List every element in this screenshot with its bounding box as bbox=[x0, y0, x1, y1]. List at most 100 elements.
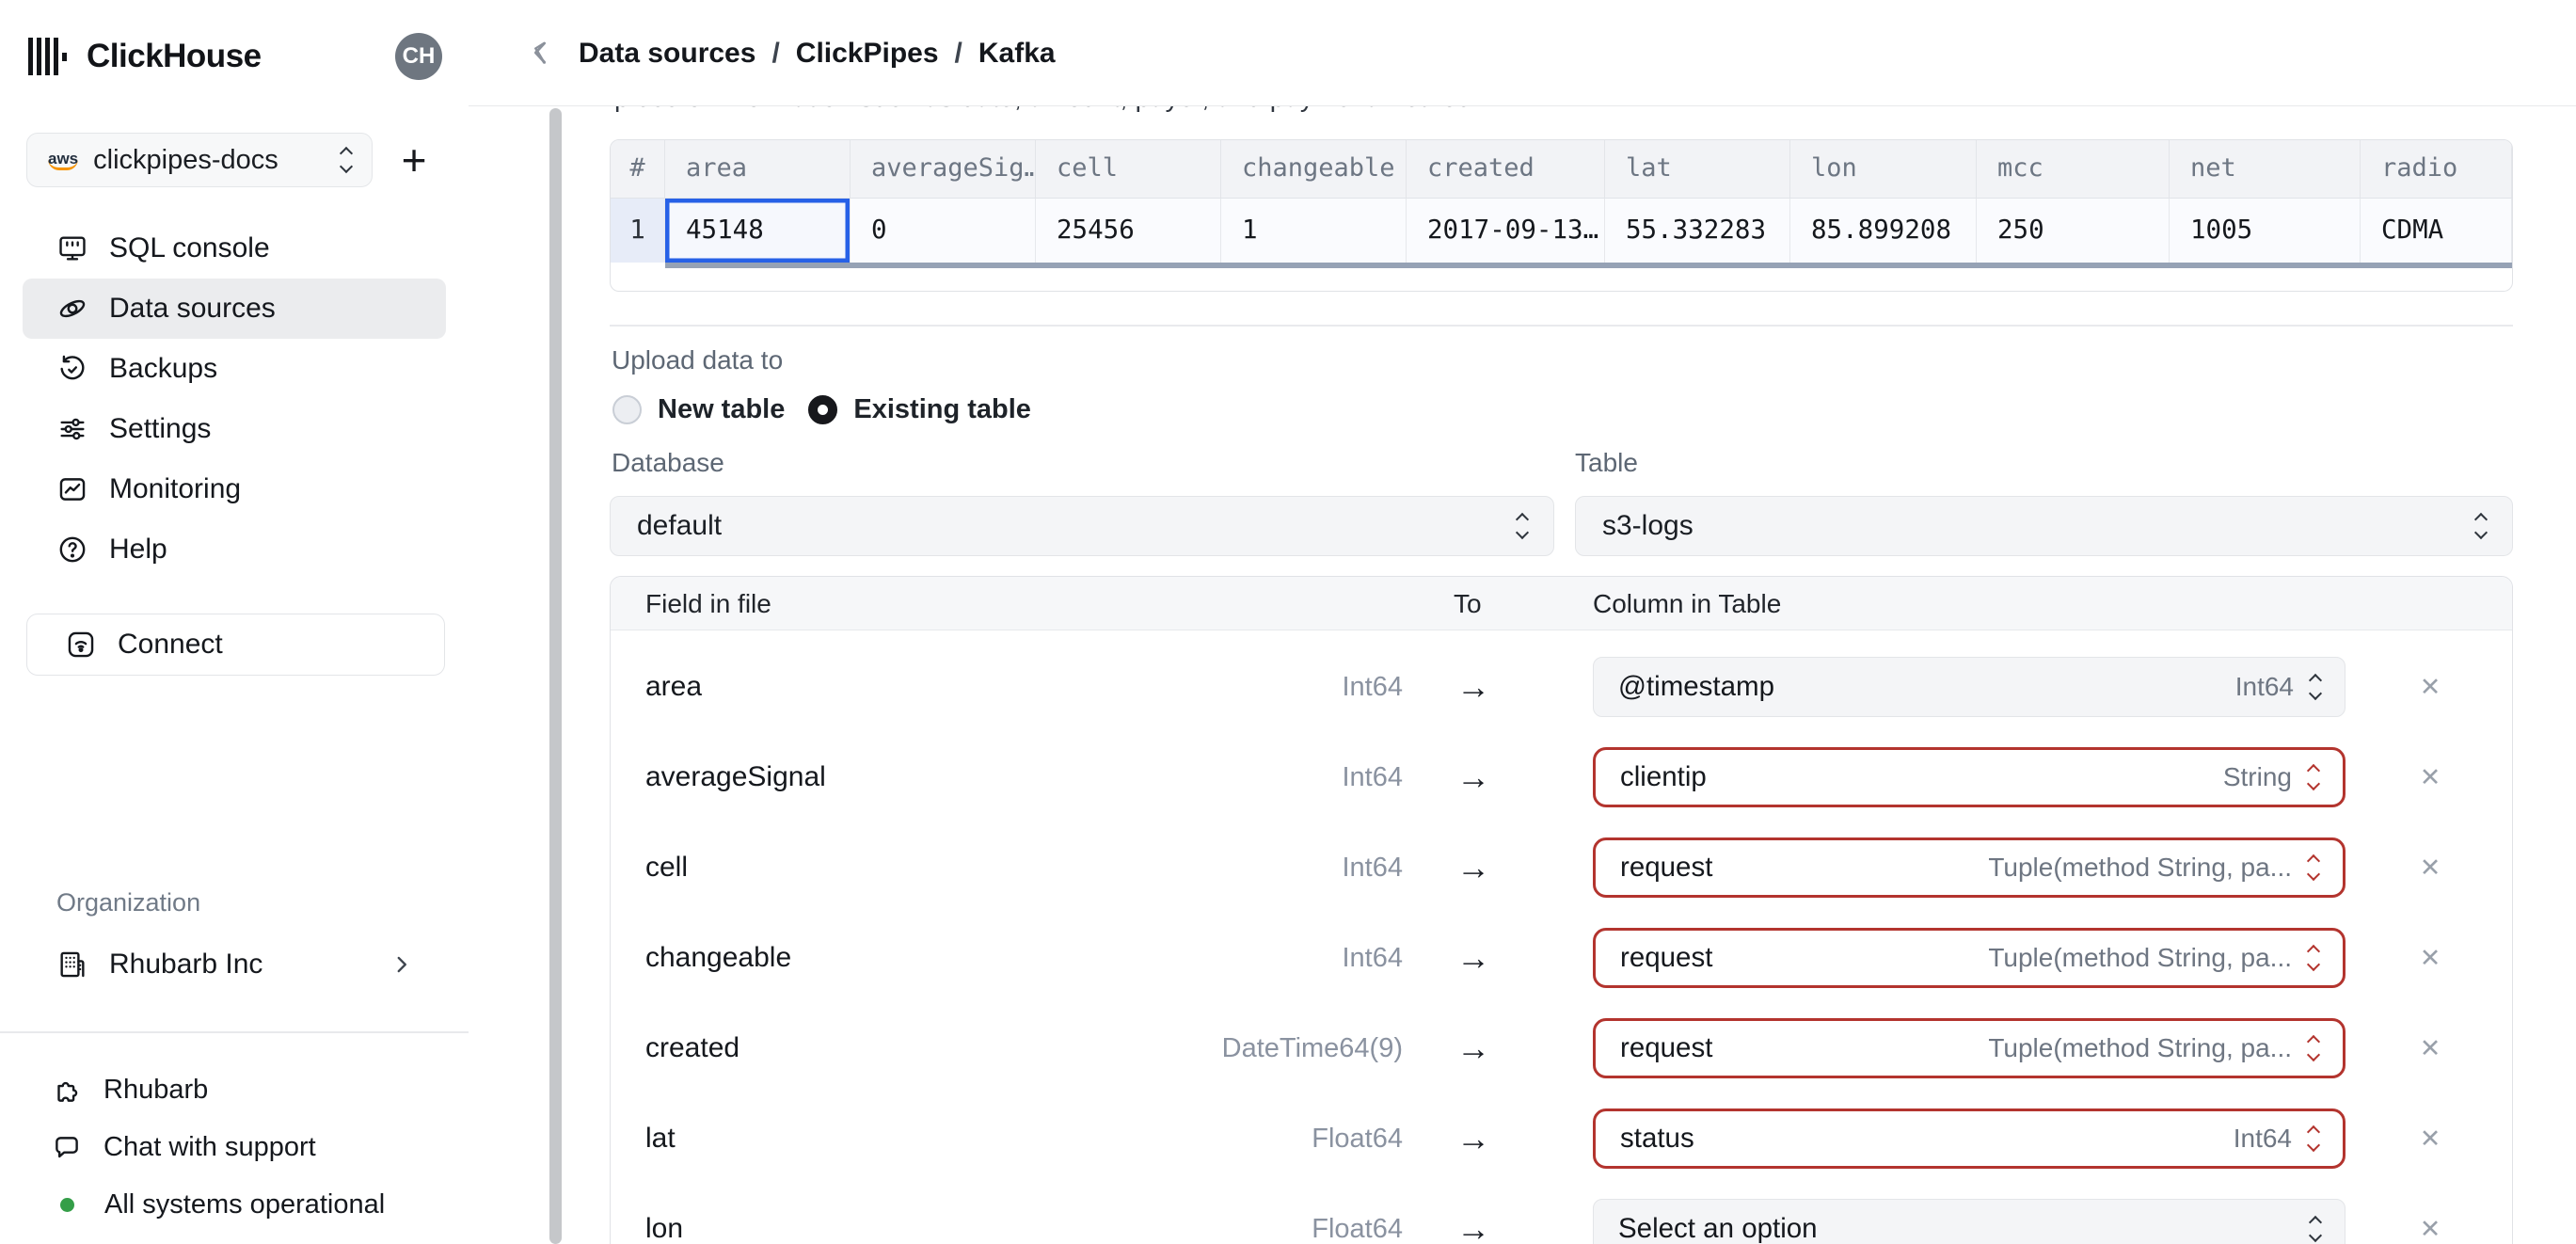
preview-cell[interactable]: 250 bbox=[1977, 199, 2170, 263]
breadcrumb-item-kafka[interactable]: Kafka bbox=[978, 38, 1056, 70]
preview-cell-selected[interactable]: 45148 bbox=[665, 199, 851, 263]
radio-option-label: Existing table bbox=[853, 394, 1031, 424]
preview-cell[interactable]: CDMA bbox=[2361, 199, 2512, 263]
footer-item-chat-with-support[interactable]: Chat with support bbox=[26, 1119, 442, 1176]
column-select[interactable]: request Tuple(method String, pa... bbox=[1593, 837, 2345, 898]
to-header: To bbox=[1454, 589, 1482, 618]
preview-cell[interactable]: 1005 bbox=[2170, 199, 2361, 263]
vertical-scrollbar[interactable] bbox=[549, 108, 562, 1244]
column-select[interactable]: status Int64 bbox=[1593, 1108, 2345, 1169]
database-select[interactable]: default bbox=[610, 496, 1554, 556]
preview-cell[interactable]: 1 bbox=[611, 199, 665, 263]
column-select[interactable]: request Tuple(method String, pa... bbox=[1593, 928, 2345, 988]
preview-header-row: # area averageSig… cell changeable created lat… bbox=[611, 140, 2512, 199]
sidebar-item-monitoring[interactable]: Monitoring bbox=[23, 459, 446, 519]
radio-option-new-table[interactable]: New table bbox=[612, 394, 785, 425]
service-selector-row: aws clickpipes-docs + bbox=[26, 133, 442, 187]
remove-mapping-button[interactable]: ✕ bbox=[2408, 1215, 2453, 1244]
remove-mapping-button[interactable]: ✕ bbox=[2408, 944, 2453, 973]
breadcrumb-item-clickpipes[interactable]: ClickPipes bbox=[796, 38, 939, 70]
column-select-type: Int64 bbox=[2233, 1124, 2292, 1153]
building-icon bbox=[56, 949, 88, 981]
field-type: Float64 bbox=[1312, 1213, 1403, 1244]
field-name: changeable bbox=[645, 942, 792, 973]
radio-button-icon[interactable] bbox=[808, 395, 838, 424]
help-icon bbox=[56, 534, 88, 566]
brand-name: ClickHouse bbox=[87, 38, 262, 74]
column-select-type: String bbox=[2222, 762, 2292, 791]
avatar[interactable]: CH bbox=[395, 33, 442, 80]
radio-option-existing-table[interactable]: Existing table bbox=[808, 394, 1031, 425]
upload-target-radio-group: New table Existing table bbox=[612, 394, 1031, 425]
monitoring-icon bbox=[56, 473, 88, 505]
remove-mapping-button[interactable]: ✕ bbox=[2408, 1124, 2453, 1154]
field-name: created bbox=[645, 1032, 740, 1063]
footer-item-rhubarb[interactable]: Rhubarb bbox=[26, 1061, 442, 1119]
connect-button[interactable]: Connect bbox=[26, 614, 445, 676]
data-sources-icon bbox=[56, 293, 88, 325]
logo-row: ClickHouse CH bbox=[28, 30, 442, 83]
mapping-row: averageSignal Int64 → clientip String ✕ bbox=[611, 732, 2512, 822]
page-content: piece of information such as date, amoun… bbox=[610, 0, 2513, 1244]
column-select-value: request bbox=[1620, 942, 1713, 973]
remove-mapping-button[interactable]: ✕ bbox=[2408, 1034, 2453, 1063]
preview-cell[interactable]: 2017-09-13… bbox=[1407, 199, 1605, 263]
project-selector-label: clickpipes-docs bbox=[93, 144, 278, 175]
organization-selector[interactable]: Rhubarb Inc bbox=[23, 937, 446, 992]
data-preview-table: # area averageSig… cell changeable created lat… bbox=[610, 139, 2513, 292]
sidebar-item-data-sources[interactable]: Data sources bbox=[23, 279, 446, 339]
mapping-row: lat Float64 → status Int64 ✕ bbox=[611, 1093, 2512, 1184]
wifi-icon bbox=[65, 629, 97, 661]
sidebar-item-sql-console[interactable]: SQL console bbox=[23, 218, 446, 279]
remove-mapping-button[interactable]: ✕ bbox=[2408, 853, 2453, 883]
remove-mapping-button[interactable]: ✕ bbox=[2408, 673, 2453, 702]
sidebar-item-settings[interactable]: Settings bbox=[23, 399, 446, 459]
preview-column-header: # bbox=[611, 140, 665, 198]
column-select[interactable]: request Tuple(method String, pa... bbox=[1593, 1018, 2345, 1078]
column-select-type: Tuple(method String, pa... bbox=[1988, 1033, 2292, 1062]
preview-cell[interactable]: 1 bbox=[1221, 199, 1407, 263]
arrow-right-icon: → bbox=[1456, 848, 1490, 886]
sidebar-item-help[interactable]: Help bbox=[23, 519, 446, 580]
preview-cell[interactable]: 0 bbox=[851, 199, 1036, 263]
footer-item-label: All systems operational bbox=[104, 1189, 386, 1220]
sidebar-divider bbox=[0, 1031, 469, 1033]
field-type: Float64 bbox=[1312, 1123, 1403, 1154]
column-select[interactable]: @timestamp Int64 bbox=[1593, 657, 2345, 717]
arrow-right-icon: → bbox=[1456, 1209, 1490, 1244]
preview-column-header: net bbox=[2170, 140, 2361, 198]
table-select[interactable]: s3-logs bbox=[1575, 496, 2513, 556]
chat-icon bbox=[51, 1132, 83, 1164]
table-label: Table bbox=[1575, 448, 1638, 477]
add-service-button[interactable]: + bbox=[386, 133, 442, 187]
preview-cell[interactable]: 25456 bbox=[1036, 199, 1221, 263]
column-select-value: @timestamp bbox=[1618, 671, 1775, 702]
chevron-updown-icon bbox=[339, 146, 354, 174]
remove-mapping-button[interactable]: ✕ bbox=[2408, 763, 2453, 792]
sidebar-item-label: SQL console bbox=[109, 232, 270, 263]
breadcrumb-item-data-sources[interactable]: Data sources bbox=[579, 38, 755, 70]
radio-button-icon[interactable] bbox=[612, 395, 642, 424]
chevron-updown-icon bbox=[2306, 763, 2321, 791]
column-select[interactable]: Select an option bbox=[1593, 1199, 2345, 1244]
field-in-file-header: Field in file bbox=[645, 589, 771, 618]
upload-data-to-label: Upload data to bbox=[612, 345, 784, 375]
field-name: lat bbox=[645, 1123, 676, 1154]
column-select[interactable]: clientip String bbox=[1593, 747, 2345, 807]
field-name: averageSignal bbox=[645, 761, 826, 792]
mapping-rows: area Int64 → @timestamp Int64 ✕ averageSignal I… bbox=[611, 630, 2512, 1244]
preview-column-header: mcc bbox=[1977, 140, 2170, 198]
preview-cell[interactable]: 55.332283 bbox=[1605, 199, 1790, 263]
chevron-updown-icon bbox=[2306, 853, 2321, 882]
horizontal-scrollbar[interactable] bbox=[665, 263, 2512, 268]
field-name: area bbox=[645, 671, 703, 702]
preview-cell[interactable]: 85.899208 bbox=[1790, 199, 1977, 263]
footer-item-all-systems-operational[interactable]: All systems operational bbox=[26, 1176, 442, 1234]
field-name: lon bbox=[645, 1213, 684, 1244]
column-select-value: request bbox=[1620, 852, 1713, 883]
mapping-row: created DateTime64(9) → request Tuple(method… bbox=[611, 1003, 2512, 1093]
project-selector[interactable]: aws clickpipes-docs bbox=[26, 133, 373, 187]
back-chevron-icon[interactable] bbox=[525, 37, 557, 69]
sidebar-item-backups[interactable]: Backups bbox=[23, 339, 446, 399]
column-select-value: request bbox=[1620, 1032, 1713, 1063]
